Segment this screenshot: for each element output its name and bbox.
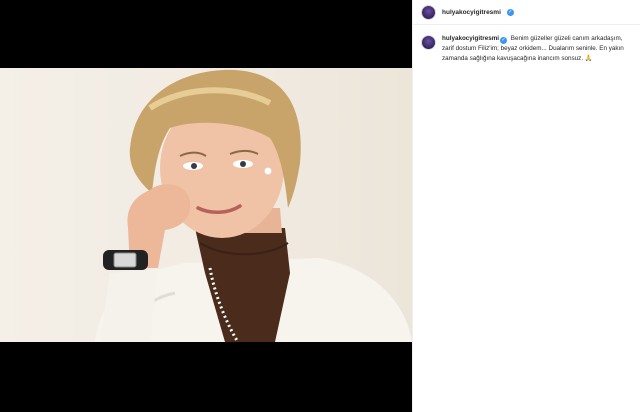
caption-username[interactable]: hulyakocyigitresmi (442, 35, 499, 42)
post-sidebar: hulyakocyigitresmi ✓ hulyakocyigitresmi ✓… (412, 0, 640, 412)
verified-badge-icon: ✓ (500, 37, 508, 44)
portrait-illustration (95, 69, 412, 342)
post-photo (0, 68, 412, 342)
header-username[interactable]: hulyakocyigitresmi (442, 9, 501, 16)
caption-text-block: hulyakocyigitresmi ✓ Benim güzeller güzel… (442, 34, 632, 63)
post-header: hulyakocyigitresmi ✓ (413, 0, 640, 25)
verified-badge-icon: ✓ (506, 8, 514, 16)
user-avatar[interactable] (421, 4, 436, 20)
caption-avatar[interactable] (421, 35, 436, 50)
caption-comment: hulyakocyigitresmi ✓ Benim güzeller güzel… (413, 25, 640, 63)
post-media[interactable] (0, 0, 412, 412)
